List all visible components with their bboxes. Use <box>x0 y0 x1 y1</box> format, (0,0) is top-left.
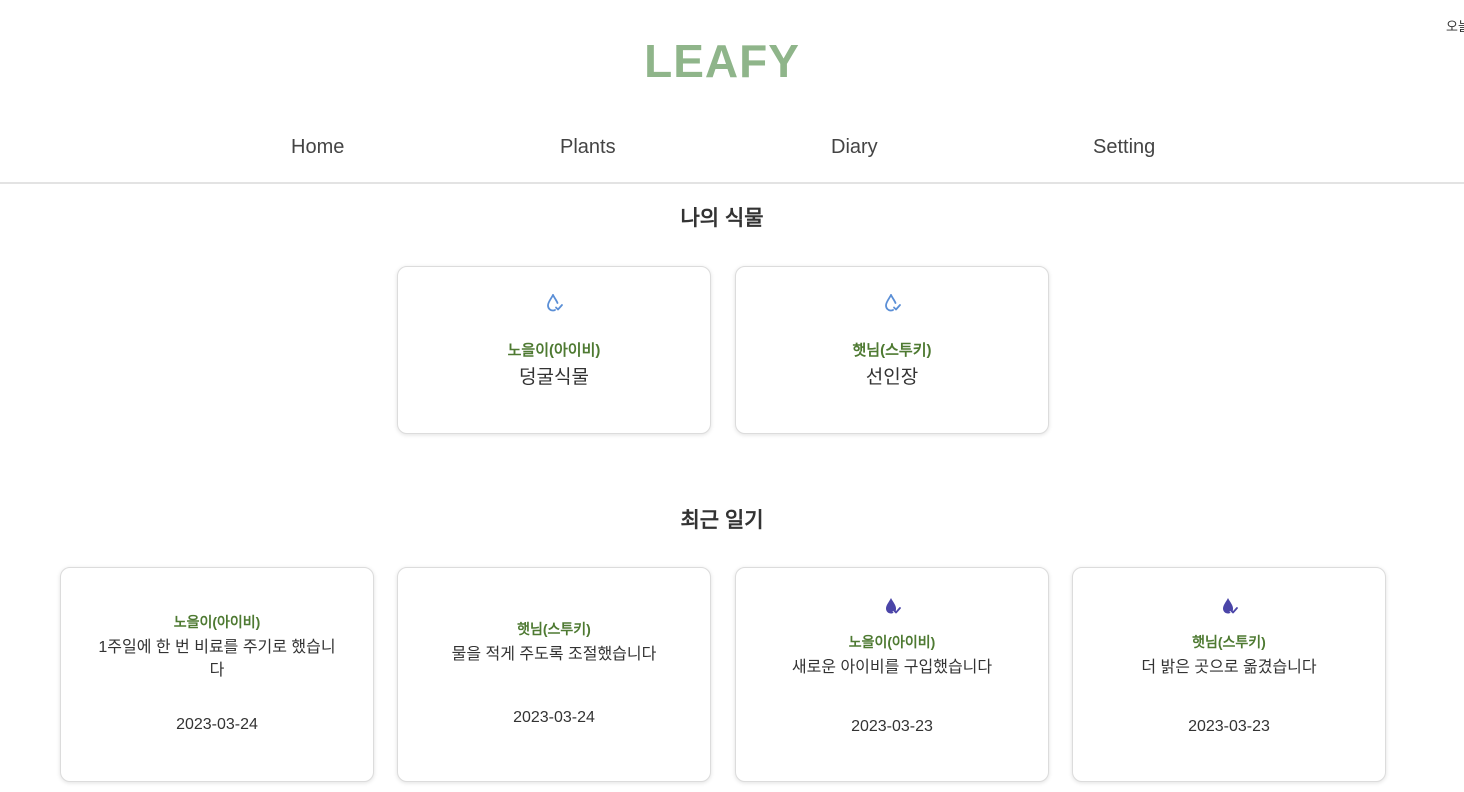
diary-text: 새로운 아이비를 구입했습니다 <box>791 659 993 676</box>
diary-plant-name: 노을이(아이비) <box>173 614 261 630</box>
my-plants-title: 나의 식물 <box>680 207 764 230</box>
diary-date: 2023-03-23 <box>851 718 933 735</box>
nav-item-setting[interactable]: Setting <box>1093 136 1155 159</box>
diary-text: 더 밝은 곳으로 옮겼습니다 <box>1141 659 1317 676</box>
plant-name: 햇님(스투키) <box>852 342 932 359</box>
water-drop-check-outline-icon <box>885 294 901 312</box>
water-drop-check-filled-icon <box>886 598 901 614</box>
plant-card[interactable]: 노을이(아이비) 덩굴식물 <box>397 266 711 434</box>
diary-text: 1주일에 한 번 비료를 주기로 했습니다 <box>98 639 336 679</box>
nav-item-plants[interactable]: Plants <box>560 136 616 159</box>
plant-type: 선인장 <box>865 367 919 388</box>
diary-plant-name: 햇님(스투키) <box>1192 634 1266 650</box>
diary-text: 물을 적게 주도록 조절했습니다 <box>451 646 657 663</box>
diary-card[interactable]: 노을이(아이비) 새로운 아이비를 구입했습니다 2023-03-23 <box>735 567 1049 782</box>
main-nav: Home Plants Diary Setting <box>0 134 1464 184</box>
water-drop-check-filled-icon <box>1223 598 1238 614</box>
corner-text[interactable]: 오늘 <box>1446 16 1464 35</box>
plant-name: 노을이(아이비) <box>507 342 601 359</box>
water-drop-check-outline-icon <box>547 294 563 312</box>
diary-card[interactable]: 햇님(스투키) 물을 적게 주도록 조절했습니다 2023-03-24 <box>397 567 711 782</box>
diary-card[interactable]: 노을이(아이비) 1주일에 한 번 비료를 주기로 했습니다 2023-03-2… <box>60 567 374 782</box>
plant-type: 덩굴식물 <box>519 367 589 388</box>
nav-item-home[interactable]: Home <box>291 136 344 159</box>
diary-plant-name: 노을이(아이비) <box>848 634 936 650</box>
diary-card[interactable]: 햇님(스투키) 더 밝은 곳으로 옮겼습니다 2023-03-23 <box>1072 567 1386 782</box>
nav-item-diary[interactable]: Diary <box>831 136 878 159</box>
diary-date: 2023-03-24 <box>176 716 258 733</box>
logo[interactable]: LEAFY <box>0 34 1444 88</box>
plant-card[interactable]: 햇님(스투키) 선인장 <box>735 266 1049 434</box>
diary-plant-name: 햇님(스투키) <box>517 621 591 637</box>
diary-date: 2023-03-23 <box>1188 718 1270 735</box>
recent-diary-title: 최근 일기 <box>680 509 764 532</box>
diary-date: 2023-03-24 <box>513 709 595 726</box>
